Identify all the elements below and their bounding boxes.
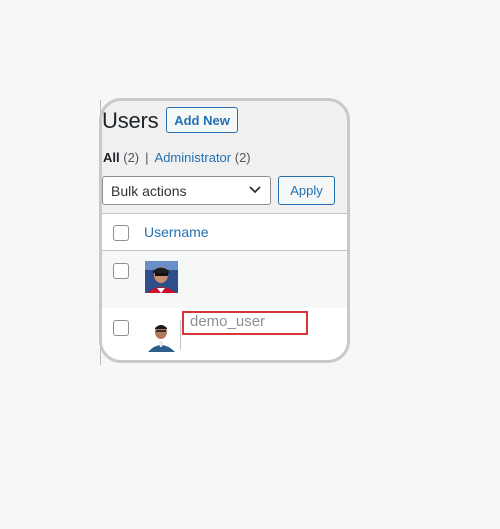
user-avatar[interactable] — [145, 320, 178, 352]
filter-all[interactable]: All — [103, 150, 120, 165]
row-checkbox[interactable] — [113, 263, 129, 279]
filter-administrator[interactable]: Administrator — [155, 150, 232, 165]
table-header: Username — [102, 214, 347, 251]
username-link[interactable]: demo_user — [182, 311, 308, 335]
select-all-checkbox[interactable] — [113, 225, 129, 241]
page-header: Users Add New — [102, 107, 347, 137]
filter-separator: | — [145, 150, 149, 165]
add-new-button[interactable]: Add New — [166, 107, 238, 133]
filter-all-count: (2) — [123, 150, 140, 165]
page-title: Users — [102, 108, 159, 133]
bulk-actions-select[interactable]: Bulk actions — [102, 176, 271, 205]
role-filters: All (2) | Administrator (2) — [103, 150, 251, 165]
users-panel: Users Add New All (2) | Administrator (2) … — [99, 98, 350, 363]
column-username[interactable]: Username — [144, 224, 209, 240]
chevron-down-icon — [249, 186, 261, 194]
table-row: demo_user — [102, 308, 347, 360]
table-row — [102, 251, 347, 308]
bulk-actions-value: Bulk actions — [111, 182, 187, 199]
filter-administrator-count: (2) — [234, 150, 251, 165]
user-avatar[interactable] — [145, 261, 178, 293]
row-checkbox[interactable] — [113, 320, 129, 336]
users-table: Username demo_user — [102, 213, 347, 360]
apply-button[interactable]: Apply — [278, 176, 335, 205]
column-divider — [180, 320, 181, 350]
